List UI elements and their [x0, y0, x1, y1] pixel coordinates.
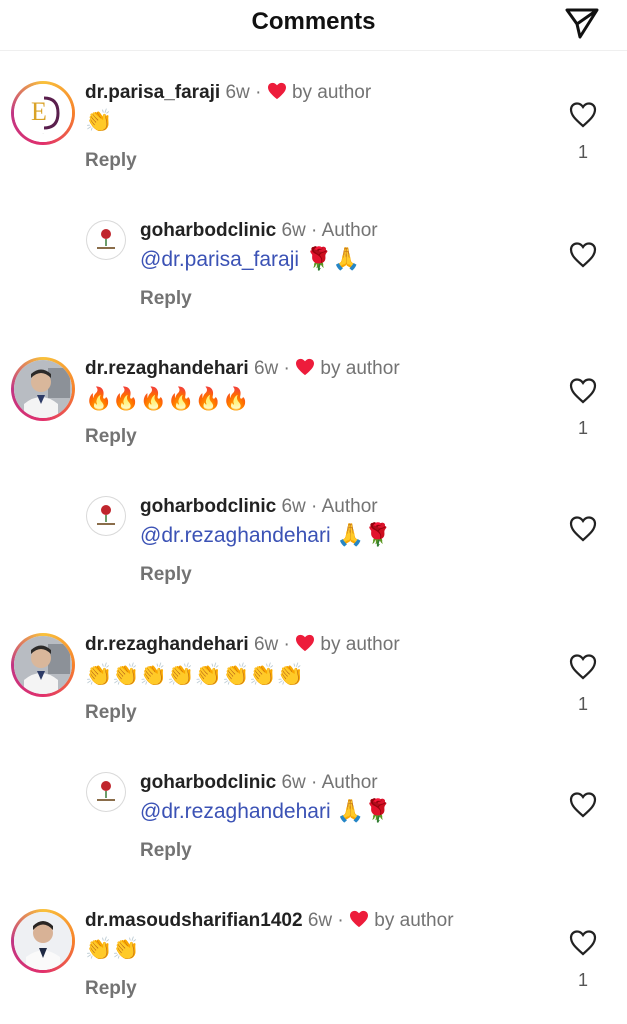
avatar[interactable]	[86, 496, 126, 536]
avatar[interactable]	[11, 909, 75, 973]
liked-by-author-heart-icon	[267, 82, 286, 100]
timestamp: 6w	[281, 220, 306, 241]
avatar[interactable]	[11, 633, 75, 697]
svg-text:.: .	[42, 130, 43, 135]
avatar[interactable]	[86, 772, 126, 812]
page-title: Comments	[251, 8, 376, 35]
reply-button[interactable]: Reply	[85, 978, 137, 1000]
username[interactable]: dr.rezaghandehari	[85, 634, 249, 655]
reply-button[interactable]: Reply	[85, 426, 137, 448]
reply-button[interactable]: Reply	[140, 840, 192, 862]
comment-meta: dr.parisa_faraji 6w · by author	[85, 82, 371, 104]
comment-meta: goharbodclinic 6w · Author	[140, 496, 378, 518]
like-count: 1	[577, 418, 588, 438]
avatar[interactable]	[86, 220, 126, 260]
comment-emoji: 👏👏	[85, 936, 140, 961]
reply-button[interactable]: Reply	[85, 150, 137, 172]
separator-dot: ·	[283, 634, 290, 655]
like-heart-icon[interactable]	[568, 790, 598, 820]
comments-header: Comments	[0, 0, 627, 51]
comment-meta: dr.rezaghandehari 6w · by author	[85, 358, 400, 380]
author-badge: Author	[321, 220, 378, 241]
svg-text:E: E	[31, 97, 47, 126]
like-heart-icon[interactable]	[568, 928, 598, 958]
liked-by-author-heart-icon	[296, 634, 315, 652]
mention-link[interactable]: @dr.rezaghandehari	[140, 524, 331, 547]
author-badge: Author	[321, 496, 378, 517]
like-heart-icon[interactable]	[568, 514, 598, 544]
separator-dot: ·	[337, 910, 344, 931]
comment-emoji: 👏	[85, 108, 113, 133]
avatar[interactable]	[11, 357, 75, 421]
mention-link[interactable]: @dr.parisa_faraji	[140, 248, 299, 271]
comment-emoji: 🔥🔥🔥🔥🔥🔥	[85, 386, 250, 411]
username[interactable]: goharbodclinic	[140, 496, 276, 517]
username[interactable]: dr.parisa_faraji	[85, 82, 220, 103]
liked-by-author-label: by author	[320, 358, 400, 379]
reply-button[interactable]: Reply	[140, 288, 192, 310]
separator-dot: ·	[255, 82, 262, 103]
liked-by-author-label: by author	[374, 910, 454, 931]
like-heart-icon[interactable]	[568, 100, 598, 130]
comment-meta: goharbodclinic 6w · Author	[140, 220, 378, 242]
timestamp: 6w	[281, 772, 306, 793]
username[interactable]: dr.rezaghandehari	[85, 358, 249, 379]
rose-logo-avatar	[97, 505, 115, 525]
like-count: 1	[577, 142, 588, 162]
like-count: 1	[577, 694, 588, 714]
mention-link[interactable]: @dr.rezaghandehari	[140, 800, 331, 823]
rose-logo-avatar	[97, 229, 115, 249]
like-heart-icon[interactable]	[568, 376, 598, 406]
reply-button[interactable]: Reply	[140, 564, 192, 586]
reply-button[interactable]: Reply	[85, 702, 137, 724]
timestamp: 6w	[253, 358, 279, 379]
dp-logo-avatar: E .	[14, 84, 72, 142]
comment-meta: dr.masoudsharifian1402 6w · by author	[85, 910, 454, 932]
separator-dot: ·	[283, 358, 290, 379]
separator-dot: ·	[311, 496, 318, 517]
comment-emoji: 🙏🌹	[336, 522, 392, 547]
separator-dot: ·	[311, 772, 318, 793]
liked-by-author-label: by author	[291, 82, 372, 103]
comment-emoji: 👏👏👏👏👏👏👏👏	[85, 662, 305, 687]
profile-photo-avatar	[14, 912, 72, 970]
profile-photo-avatar	[14, 360, 72, 418]
like-heart-icon[interactable]	[568, 240, 598, 270]
like-count: 1	[577, 970, 588, 990]
liked-by-author-label: by author	[320, 634, 400, 655]
comment-emoji: 🙏🌹	[336, 798, 392, 823]
username[interactable]: goharbodclinic	[140, 772, 276, 793]
author-badge: Author	[321, 772, 378, 793]
profile-photo-avatar	[14, 636, 72, 694]
timestamp: 6w	[253, 634, 279, 655]
username[interactable]: goharbodclinic	[140, 220, 276, 241]
username[interactable]: dr.masoudsharifian1402	[85, 910, 303, 931]
comment-meta: dr.rezaghandehari 6w · by author	[85, 634, 400, 656]
comment-body: @dr.rezaghandehari 🙏🌹	[140, 798, 392, 824]
comment-emoji: 🌹🙏	[305, 246, 360, 271]
comment-meta: goharbodclinic 6w · Author	[140, 772, 378, 794]
rose-logo-avatar	[97, 781, 115, 801]
comment-body: @dr.rezaghandehari 🙏🌹	[140, 522, 392, 548]
timestamp: 6w	[225, 82, 250, 103]
avatar[interactable]: E .	[11, 81, 75, 145]
timestamp: 6w	[307, 910, 333, 931]
liked-by-author-heart-icon	[296, 358, 315, 376]
timestamp: 6w	[281, 496, 306, 517]
comment-body: @dr.parisa_faraji 🌹🙏	[140, 246, 360, 272]
liked-by-author-heart-icon	[350, 910, 369, 928]
separator-dot: ·	[311, 220, 318, 241]
send-icon[interactable]	[563, 4, 601, 42]
like-heart-icon[interactable]	[568, 652, 598, 682]
